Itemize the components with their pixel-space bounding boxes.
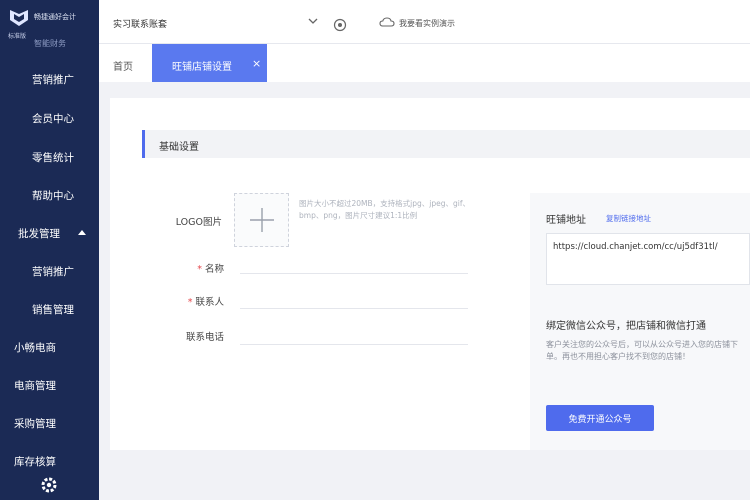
name-label: * 名称	[154, 261, 224, 275]
caret-up-icon	[78, 230, 86, 235]
plus-icon	[250, 208, 274, 232]
brand-name: 畅捷通好会计	[34, 13, 76, 21]
sidebar-item-wholesale-marketing[interactable]: 营销推广	[0, 260, 99, 282]
logo-upload[interactable]	[234, 193, 289, 247]
sidebar-item-retail-stats[interactable]: 零售统计	[0, 146, 99, 168]
sidebar-item-inventory-accounting[interactable]: 库存核算	[0, 450, 99, 472]
sidebar-item-label: 电商管理	[14, 380, 56, 392]
store-url-text: https://cloud.chanjet.com/cc/uj5df31tl/	[553, 242, 718, 252]
cloud-icon	[379, 17, 395, 27]
store-url-field[interactable]: https://cloud.chanjet.com/cc/uj5df31tl/	[546, 233, 750, 285]
sidebar-item-label: 营销推广	[32, 74, 74, 86]
sidebar-item-sales-management[interactable]: 销售管理	[0, 298, 99, 320]
account-set-select[interactable]: 实习联系账套	[113, 17, 167, 30]
required-mark: *	[197, 264, 202, 275]
store-settings-card: 基础设置 LOGO图片 图片大小不超过20MB，支持格式jpg、jpeg、gif…	[110, 98, 750, 450]
chevron-down-icon[interactable]	[307, 15, 319, 27]
sidebar-item-ecommerce-management[interactable]: 电商管理	[0, 374, 99, 396]
open-official-account-button[interactable]: 免费开通公众号	[546, 405, 654, 431]
sidebar-group-wholesale[interactable]: 批发管理	[0, 222, 99, 244]
sidebar-item-marketing[interactable]: 营销推广	[0, 68, 99, 90]
required-mark: *	[187, 297, 193, 308]
upload-hint: 图片大小不超过20MB，支持格式jpg、jpeg、gif、bmp、png，图片尺…	[299, 199, 470, 220]
tabs-bar: 首页 旺铺店铺设置 ×	[99, 44, 750, 82]
sidebar-item-label: 小畅电商	[14, 342, 56, 354]
sidebar-item-label: 会员中心	[32, 113, 74, 125]
top-bar: 实习联系账套 我要看实例演示	[99, 0, 750, 44]
contact-label: * 联系人	[154, 294, 224, 308]
brand-edition: 标准版	[8, 33, 27, 40]
sidebar-item-xiaochang-ecommerce[interactable]: 小畅电商	[0, 336, 99, 358]
app-root: 畅捷通好会计 标准版 智能财务 营销推广 会员中心 零售统计 帮助中心 批发管理…	[0, 0, 750, 500]
section-header: 基础设置	[142, 130, 750, 158]
sidebar: 畅捷通好会计 标准版 智能财务 营销推广 会员中心 零售统计 帮助中心 批发管理…	[0, 0, 99, 500]
tab-store-settings[interactable]: 旺铺店铺设置 ×	[152, 44, 267, 82]
phone-input[interactable]	[240, 327, 468, 345]
sidebar-item-label: 销售管理	[32, 304, 74, 316]
store-address-panel: 旺铺地址 复制链接地址 https://cloud.chanjet.com/cc…	[530, 193, 750, 450]
section-title: 基础设置	[159, 142, 199, 153]
sidebar-item-label: 帮助中心	[32, 190, 74, 202]
sidebar-item-purchase-management[interactable]: 采购管理	[0, 412, 99, 434]
gear-icon[interactable]	[40, 476, 58, 494]
tab-label: 旺铺店铺设置	[172, 62, 232, 73]
phone-label: 联系电话	[185, 332, 224, 343]
bind-wechat-description: 客户关注您的公众号后，可以从公众号进入您的店铺下单。再也不用担心客户找不到您的店…	[546, 340, 738, 361]
brand-logo-icon	[10, 10, 28, 26]
bind-wechat-title: 绑定微信公众号，把店铺和微信打通	[546, 321, 706, 332]
store-address-label: 旺铺地址	[546, 215, 586, 226]
sidebar-item-help-center[interactable]: 帮助中心	[0, 184, 99, 206]
brand: 畅捷通好会计 标准版 智能财务	[0, 0, 99, 48]
sidebar-item-label: 采购管理	[14, 418, 56, 430]
contact-label-text: 联系人	[195, 297, 224, 308]
logo-label: LOGO图片	[175, 217, 222, 228]
sidebar-item-label: 批发管理	[18, 228, 60, 240]
name-input[interactable]	[240, 256, 468, 274]
target-icon[interactable]	[333, 18, 347, 32]
contact-input[interactable]	[240, 291, 468, 309]
sidebar-item-label: 零售统计	[32, 152, 74, 164]
name-label-text: 名称	[204, 264, 224, 275]
sidebar-item-label: 库存核算	[14, 456, 56, 468]
demo-link-label: 我要看实例演示	[399, 19, 455, 28]
sidebar-item-partial[interactable]: 智能财务	[34, 38, 66, 49]
sidebar-item-label: 营销推广	[32, 266, 74, 278]
sidebar-item-member-center[interactable]: 会员中心	[0, 107, 99, 129]
close-icon[interactable]: ×	[252, 57, 261, 70]
tab-home[interactable]: 首页	[113, 58, 133, 73]
copy-link[interactable]: 复制链接地址	[606, 213, 651, 224]
